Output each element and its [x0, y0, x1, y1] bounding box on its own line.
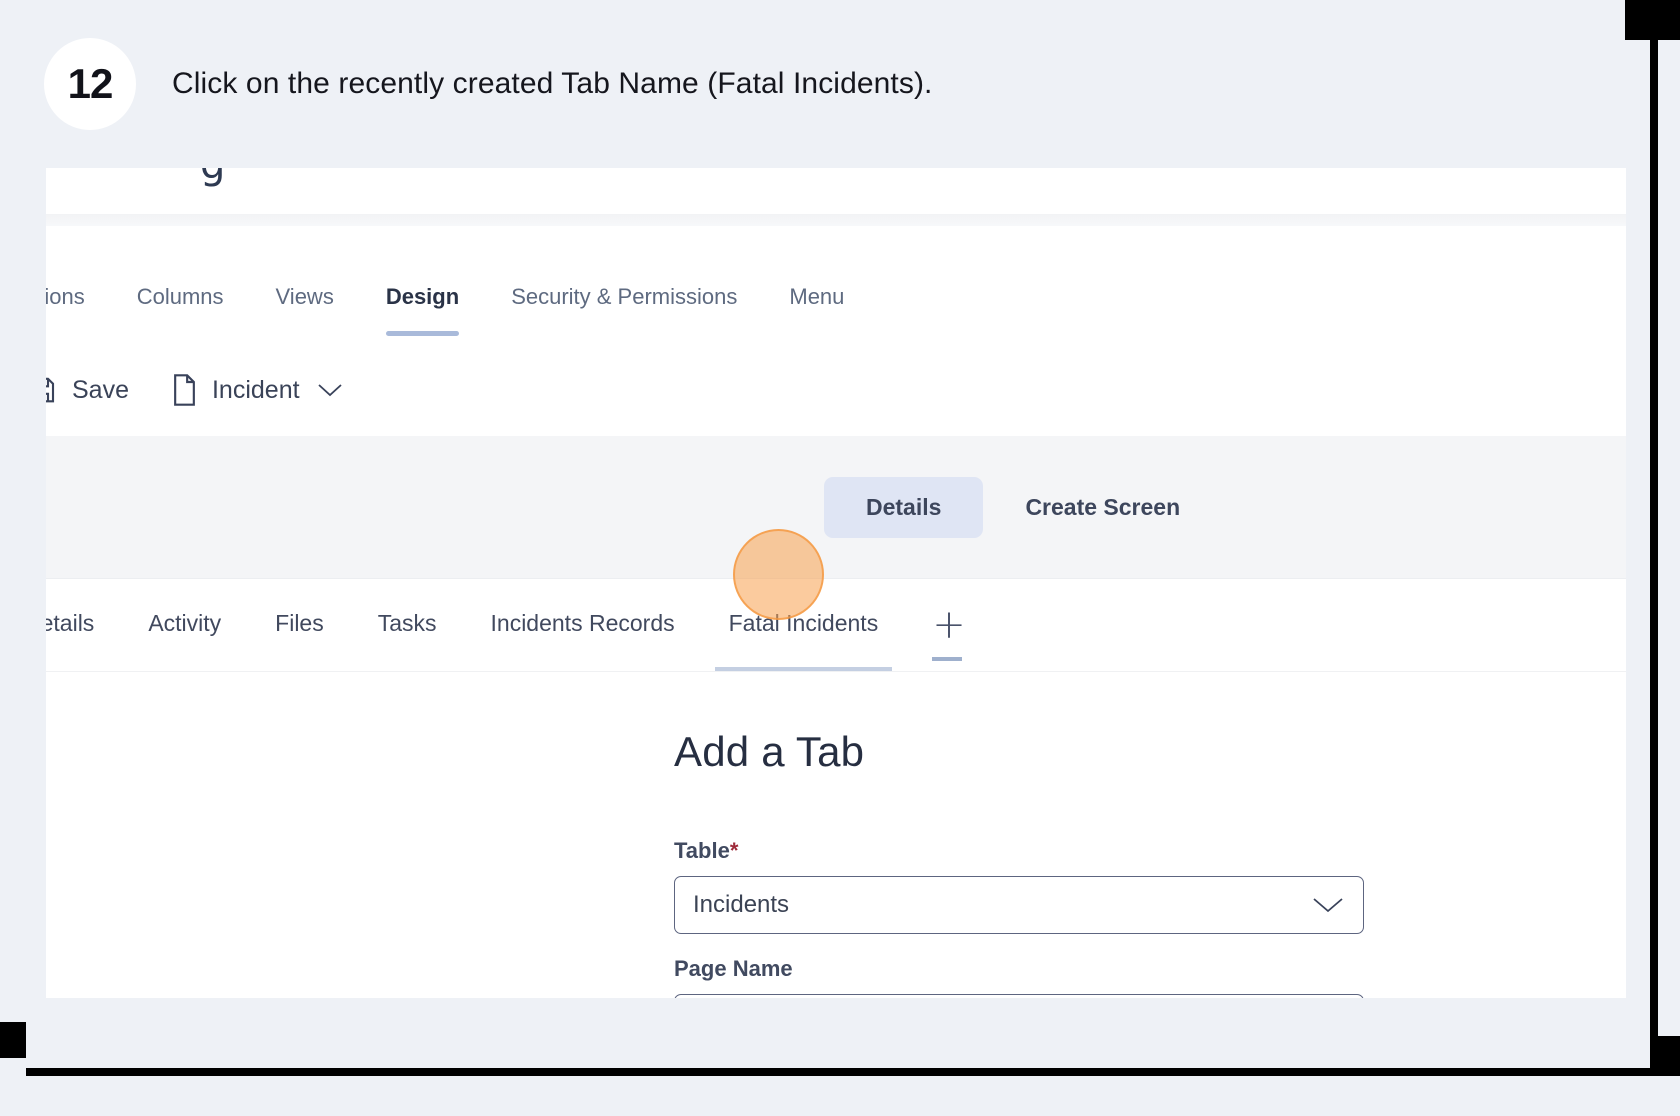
required-marker: * — [729, 838, 739, 863]
design-toolbar: Save Incident — [46, 344, 1626, 436]
details-button[interactable]: Details — [824, 476, 984, 538]
subtab-tasks[interactable]: Tasks — [378, 610, 437, 641]
add-tab-plus-icon[interactable]: + — [932, 605, 966, 661]
instruction-banner: 12 Click on the recently created Tab Nam… — [0, 0, 1625, 168]
instruction-text: Click on the recently created Tab Name (… — [172, 67, 933, 100]
record-label: Incident — [211, 375, 300, 404]
cut-off-glyph: g — [200, 168, 225, 188]
step-number-badge: 12 — [44, 38, 136, 130]
table-select-value: Incidents — [693, 891, 790, 918]
frame-edge-bottom — [26, 1068, 1658, 1076]
screenshot-canvas: 12 Click on the recently created Tab Nam… — [0, 0, 1680, 1116]
page-name-input[interactable] — [674, 994, 1364, 998]
form-title: Add a Tab — [674, 728, 865, 775]
tab-security-permissions[interactable]: Security & Permissions — [511, 226, 737, 310]
document-icon — [171, 374, 198, 406]
frame-edge-right — [1650, 40, 1658, 1076]
create-screen-button[interactable]: Create Screen — [983, 477, 1222, 538]
chevron-down-icon — [1311, 895, 1345, 915]
tab-views[interactable]: Views — [276, 226, 334, 310]
save-icon — [46, 374, 58, 406]
app-viewport: g ptions Columns Views Design Security &… — [46, 168, 1626, 998]
save-button[interactable]: Save — [46, 374, 129, 406]
subtab-activity[interactable]: Activity — [148, 610, 221, 641]
sub-tab-bar: Details Activity Files Tasks Incidents R… — [46, 579, 1626, 672]
record-selector[interactable]: Incident — [171, 374, 344, 406]
section-divider — [46, 214, 1626, 226]
subtab-incidents-records[interactable]: Incidents Records — [491, 610, 675, 641]
subtab-fatal-incidents[interactable]: Fatal Incidents — [714, 610, 892, 671]
cut-off-heading-strip: g — [46, 168, 1626, 214]
subtab-details[interactable]: Details — [46, 610, 94, 641]
table-label-text: Table — [674, 838, 730, 863]
tab-design[interactable]: Design — [385, 226, 460, 336]
frame-corner-bottom-left — [0, 1022, 26, 1058]
add-tab-form-panel: Add a Tab Table* Incidents Page Name — [46, 672, 1626, 998]
tab-menu[interactable]: Menu — [789, 226, 844, 310]
save-label: Save — [72, 375, 129, 404]
subtab-files[interactable]: Files — [275, 610, 324, 641]
tab-columns[interactable]: Columns — [137, 226, 224, 310]
view-mode-band: Details Create Screen — [46, 436, 1626, 579]
table-field-label: Table* — [674, 838, 1364, 864]
chevron-down-icon — [316, 381, 344, 399]
page-name-field-label: Page Name — [674, 956, 793, 981]
table-select[interactable]: Incidents — [674, 876, 1364, 934]
primary-tab-bar: ptions Columns Views Design Security & P… — [46, 226, 1626, 344]
tab-options[interactable]: ptions — [46, 226, 85, 310]
